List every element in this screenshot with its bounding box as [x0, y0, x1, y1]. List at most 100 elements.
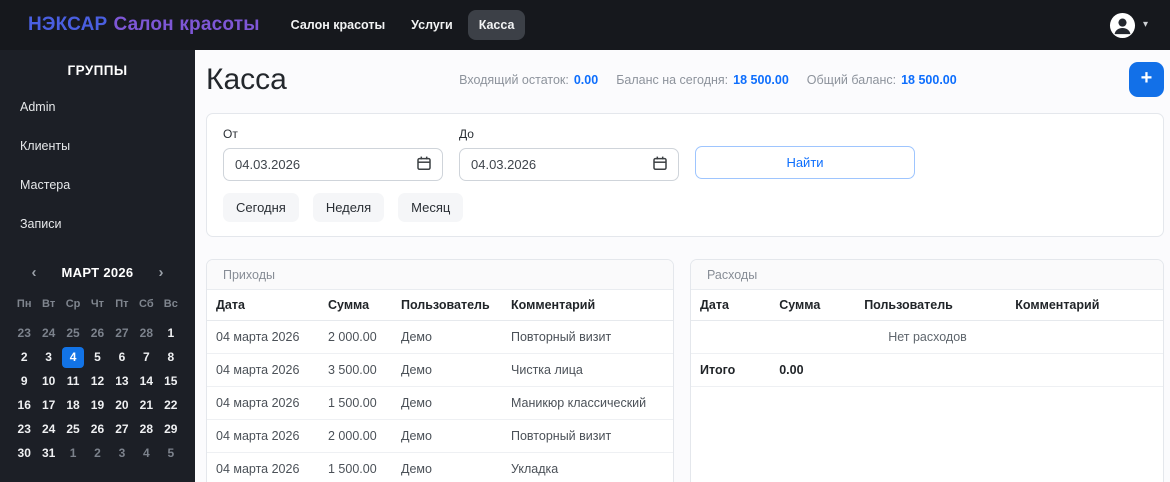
chevron-right-icon[interactable]: ›	[153, 264, 169, 281]
sidebar-item-records[interactable]: Записи	[0, 208, 195, 240]
calendar-day-20[interactable]: 20	[110, 394, 134, 417]
calendar-day-2[interactable]: 2	[85, 442, 109, 465]
quick-range-buttons: Сегодня Неделя Месяц	[223, 193, 1147, 222]
income-table-cell: 04 марта 2026	[207, 386, 320, 420]
expense-total-value: 0.00	[771, 353, 857, 387]
date-from-input[interactable]: 04.03.2026	[223, 148, 443, 181]
calendar-day-16[interactable]: 16	[12, 394, 36, 417]
income-table-cell: 1 500.00	[320, 452, 393, 482]
income-col-header: Дата	[207, 290, 320, 321]
calendar-day-30[interactable]: 30	[12, 442, 36, 465]
sidebar-item-admin[interactable]: Admin	[0, 91, 195, 123]
calendar-day-12[interactable]: 12	[85, 370, 109, 393]
add-transaction-button[interactable]: +	[1128, 62, 1164, 97]
calendar-day-29[interactable]: 29	[159, 418, 183, 441]
calendar-day-3[interactable]: 3	[36, 346, 60, 369]
calendar-day-31[interactable]: 31	[36, 442, 60, 465]
app-window: НЭКСАР Салон красоты Салон красоты Услуги К…	[0, 0, 1170, 482]
expense-empty-row: Нет расходов	[691, 320, 1163, 354]
calendar-day-27[interactable]: 27	[110, 322, 134, 345]
date-from-field: От 04.03.2026	[223, 127, 443, 181]
calendar-day-27[interactable]: 27	[110, 418, 134, 441]
sidebar-calendar: ‹ МАРТ 2026 › Пн Вт Ср Чт Пт Сб Вс 23 24 25 26 27 28…	[0, 264, 195, 465]
calendar-day-5[interactable]: 5	[85, 346, 109, 369]
calendar-day-2[interactable]: 2	[12, 346, 36, 369]
income-table-header-row: Дата Сумма Пользователь Комментарий	[207, 290, 673, 321]
calendar-day-26[interactable]: 26	[85, 418, 109, 441]
calendar-day-22[interactable]: 22	[159, 394, 183, 417]
nav-item-cash-register[interactable]: Касса	[467, 10, 526, 40]
today-balance: Баланс на сегодня: 18 500.00	[616, 73, 789, 87]
calendar-icon[interactable]	[653, 156, 667, 173]
calendar-icon[interactable]	[417, 156, 431, 173]
calendar-header: ‹ МАРТ 2026 ›	[12, 264, 183, 281]
income-table-row: 04 марта 2026 2 000.00 Демо Повторный визит	[207, 419, 673, 453]
calendar-weekday: Ср	[65, 298, 81, 310]
calendar-day-10[interactable]: 10	[36, 370, 60, 393]
income-col-header: Сумма	[320, 290, 393, 321]
calendar-day-28[interactable]: 28	[134, 322, 158, 345]
calendar-day-25[interactable]: 25	[61, 418, 85, 441]
expense-col-header: Комментарий	[1007, 290, 1163, 321]
calendar-weekday: Вс	[163, 298, 178, 310]
calendar-day-24[interactable]: 24	[36, 418, 60, 441]
nav-item-salon[interactable]: Салон красоты	[280, 10, 396, 40]
quick-button-week[interactable]: Неделя	[312, 193, 385, 222]
calendar-day-11[interactable]: 11	[61, 370, 85, 393]
user-avatar-icon[interactable]	[1109, 12, 1136, 39]
income-col-header: Пользователь	[393, 290, 503, 321]
expense-card: Расходы Дата Сумма Пользователь Комментарий…	[690, 259, 1164, 482]
calendar-day-1[interactable]: 1	[61, 442, 85, 465]
date-to-field: До 04.03.2026	[459, 127, 679, 181]
calendar-day-26[interactable]: 26	[85, 322, 109, 345]
user-menu[interactable]: ▾	[1109, 12, 1148, 39]
expense-empty-text: Нет расходов	[691, 320, 1163, 354]
income-col-header: Комментарий	[503, 290, 673, 321]
calendar-day-19[interactable]: 19	[85, 394, 109, 417]
sidebar-item-clients[interactable]: Клиенты	[0, 130, 195, 162]
calendar-day-9[interactable]: 9	[12, 370, 36, 393]
calendar-day-3[interactable]: 3	[110, 442, 134, 465]
income-table-cell: 2 000.00	[320, 320, 393, 354]
calendar-day-23[interactable]: 23	[12, 322, 36, 345]
calendar-day-4[interactable]: 4	[134, 442, 158, 465]
calendar-day-1[interactable]: 1	[159, 322, 183, 345]
calendar-day-8[interactable]: 8	[159, 346, 183, 369]
calendar-day-5[interactable]: 5	[159, 442, 183, 465]
page-header: Касса Входящий остаток: 0.00 Баланс на се…	[206, 62, 1164, 97]
quick-button-today[interactable]: Сегодня	[223, 193, 299, 222]
page-title: Касса	[206, 62, 287, 96]
nav-item-services[interactable]: Услуги	[400, 10, 464, 40]
calendar-day-13[interactable]: 13	[110, 370, 134, 393]
calendar-day-6[interactable]: 6	[110, 346, 134, 369]
calendar-day-25[interactable]: 25	[61, 322, 85, 345]
calendar-day-18[interactable]: 18	[61, 394, 85, 417]
calendar-day-15[interactable]: 15	[159, 370, 183, 393]
expense-table: Дата Сумма Пользователь Комментарий Нет рас…	[691, 290, 1163, 387]
expense-total-label: Итого	[691, 353, 772, 387]
calendar-month-title: МАРТ 2026	[61, 265, 134, 280]
chevron-left-icon[interactable]: ‹	[26, 264, 42, 281]
search-button[interactable]: Найти	[695, 146, 915, 179]
quick-button-month[interactable]: Месяц	[398, 193, 464, 222]
calendar-day-7[interactable]: 7	[134, 346, 158, 369]
calendar-day-24[interactable]: 24	[36, 322, 60, 345]
date-to-input[interactable]: 04.03.2026	[459, 148, 679, 181]
income-table: Дата Сумма Пользователь Комментарий 04 март…	[207, 290, 673, 482]
calendar-day-21[interactable]: 21	[134, 394, 158, 417]
nav-links: Салон красоты Услуги Касса	[280, 10, 526, 40]
incoming-balance: Входящий остаток: 0.00	[459, 73, 598, 87]
calendar-day-23[interactable]: 23	[12, 418, 36, 441]
brand-logo[interactable]: НЭКСАР Салон красоты	[28, 14, 260, 36]
calendar-day-14[interactable]: 14	[134, 370, 158, 393]
calendar-day-4-selected[interactable]: 4	[61, 346, 85, 369]
total-balance-label: Общий баланс:	[806, 72, 897, 87]
calendar-day-28[interactable]: 28	[134, 418, 158, 441]
calendar-day-17[interactable]: 17	[36, 394, 60, 417]
income-table-cell: Чистка лица	[503, 353, 673, 387]
calendar-weekday: Вт	[42, 298, 56, 310]
income-table-row: 04 марта 2026 2 000.00 Демо Повторный визит	[207, 320, 673, 354]
sidebar-item-masters[interactable]: Мастера	[0, 169, 195, 201]
income-table-cell: 04 марта 2026	[207, 353, 320, 387]
calendar-weekday: Пт	[115, 298, 129, 310]
